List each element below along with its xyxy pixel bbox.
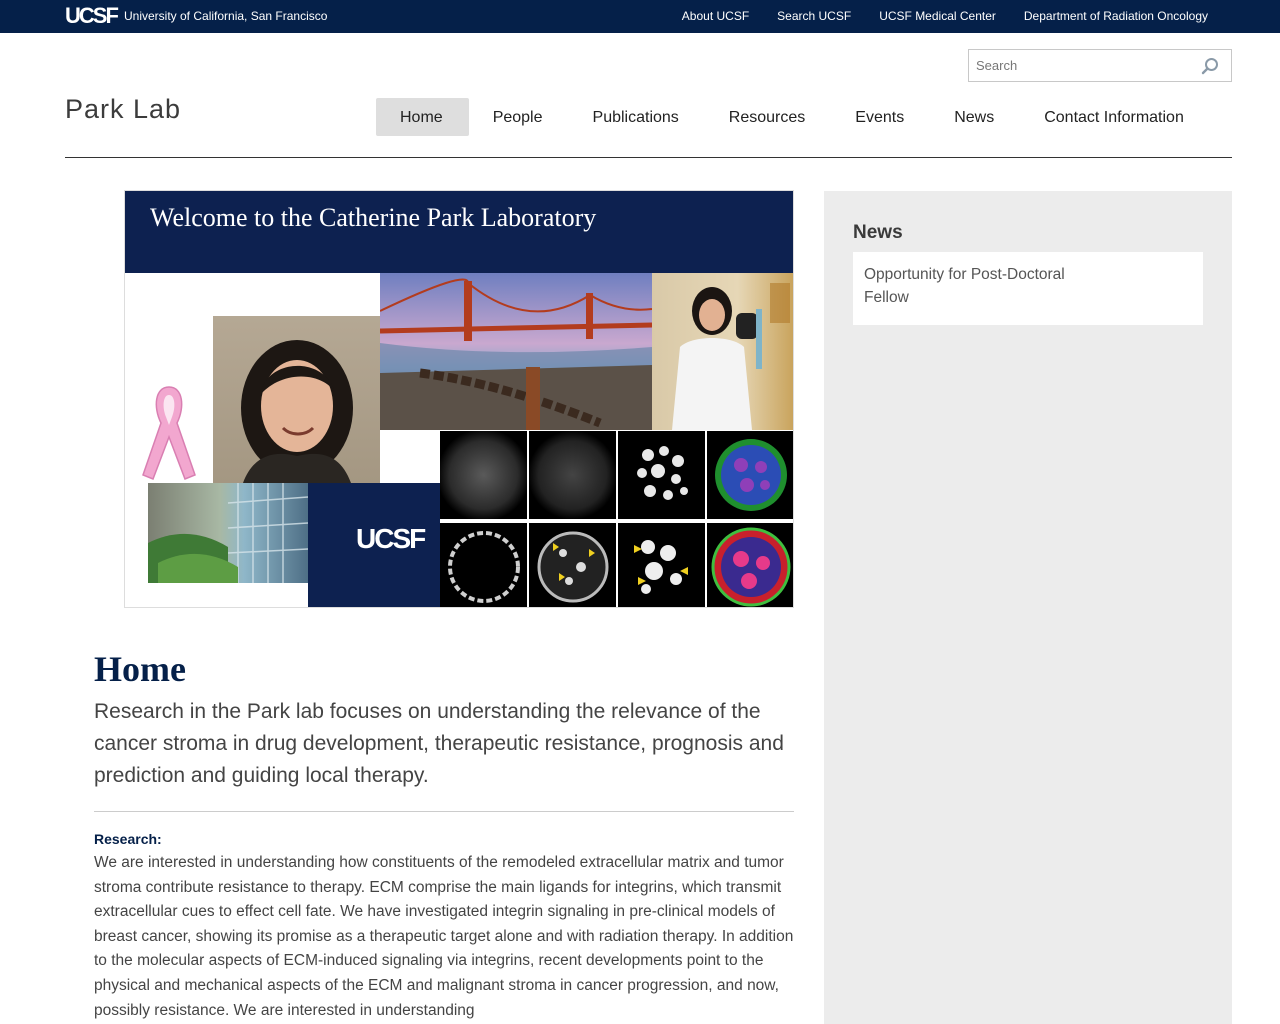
ucsf-logo[interactable]: UCSF (65, 3, 119, 29)
news-item-card: Opportunity for Post-Doctoral Fellow (853, 252, 1203, 325)
pink-ribbon-image (125, 379, 213, 483)
nav-divider (65, 157, 1232, 158)
microscopy-cell-7 (618, 523, 705, 607)
top-link-radiation-oncology[interactable]: Department of Radiation Oncology (1024, 9, 1208, 23)
top-link-about-ucsf[interactable]: About UCSF (682, 9, 749, 23)
content-divider (94, 811, 794, 812)
main-nav: Home People Publications Resources Event… (376, 98, 1210, 136)
microscopy-cell-5 (440, 523, 527, 607)
banner-title: Welcome to the Catherine Park Laboratory (150, 203, 597, 232)
microscopy-cell-2 (529, 431, 616, 519)
microscopy-cell-6 (529, 523, 616, 607)
page-title: Home (94, 649, 186, 689)
news-item-link[interactable]: Opportunity for Post-Doctoral Fellow (864, 263, 1094, 309)
intro-paragraph: Research in the Park lab focuses on unde… (94, 700, 784, 787)
microscopy-cell-4 (707, 431, 793, 519)
scientist-in-lab-photo (652, 273, 793, 430)
search-box (968, 49, 1232, 82)
site-title[interactable]: Park Lab (65, 94, 181, 125)
top-links: About UCSF Search UCSF UCSF Medical Cent… (682, 9, 1208, 23)
nav-publications[interactable]: Publications (569, 98, 705, 136)
welcome-banner: Welcome to the Catherine Park Laboratory (124, 190, 794, 608)
golden-gate-bridge-photo (380, 273, 652, 430)
ucsf-top-bar: UCSF University of California, San Franc… (0, 0, 1280, 33)
ucsf-building-photo (148, 483, 308, 583)
nav-resources[interactable]: Resources (705, 98, 831, 136)
nav-news[interactable]: News (930, 98, 1020, 136)
microscopy-cell-8 (707, 523, 793, 607)
banner-header: Welcome to the Catherine Park Laboratory (125, 191, 793, 273)
nav-contact-information[interactable]: Contact Information (1020, 98, 1210, 136)
microscopy-cell-1 (440, 431, 527, 519)
search-input[interactable] (969, 50, 1194, 81)
nav-people[interactable]: People (469, 98, 569, 136)
top-link-ucsf-medical-center[interactable]: UCSF Medical Center (879, 9, 996, 23)
top-link-search-ucsf[interactable]: Search UCSF (777, 9, 851, 23)
microscopy-cell-3 (618, 431, 705, 519)
university-name[interactable]: University of California, San Francisco (124, 9, 327, 23)
nav-events[interactable]: Events (831, 98, 930, 136)
research-paragraph: We are interested in understanding how c… (94, 854, 794, 1019)
ucsf-logo-tile: UCSF (308, 483, 440, 607)
search-icon[interactable] (1201, 57, 1219, 75)
portrait-photo (213, 316, 380, 483)
research-label: Research: (94, 831, 162, 847)
nav-home[interactable]: Home (376, 98, 469, 136)
banner-ucsf-logo: UCSF (356, 523, 426, 554)
news-sidebar: News Opportunity for Post-Doctoral Fello… (824, 191, 1232, 1024)
sidebar-news-title: News (853, 222, 903, 243)
